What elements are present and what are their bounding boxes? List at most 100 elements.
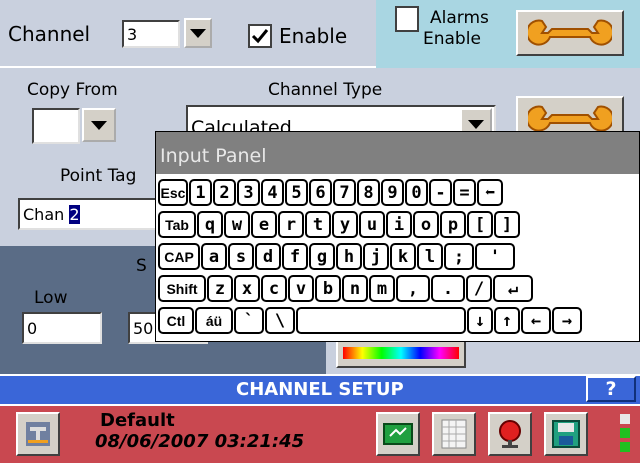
key-z[interactable]: z: [207, 275, 233, 302]
alarm-bell-icon: [499, 420, 521, 448]
screen-title: CHANNEL SETUP: [236, 379, 404, 400]
key-l[interactable]: l: [417, 243, 443, 270]
key-x[interactable]: x: [234, 275, 260, 302]
key-e[interactable]: e: [251, 211, 277, 238]
key-q[interactable]: q: [197, 211, 223, 238]
low-input[interactable]: 0: [22, 312, 102, 344]
key-tab[interactable]: Tab: [158, 211, 196, 238]
key-v[interactable]: v: [288, 275, 314, 302]
key-w[interactable]: w: [224, 211, 250, 238]
key-m[interactable]: m: [369, 275, 395, 302]
wrench-icon: [528, 19, 612, 46]
channel-type-label: Channel Type: [268, 80, 383, 100]
key-6[interactable]: 6: [309, 179, 332, 206]
key-left-bracket[interactable]: [: [467, 211, 493, 238]
key-period[interactable]: .: [431, 275, 465, 302]
key-up-arrow[interactable]: ↑: [494, 307, 520, 334]
key-space[interactable]: [296, 307, 466, 334]
key-0[interactable]: 0: [405, 179, 428, 206]
key-5[interactable]: 5: [285, 179, 308, 206]
alarms-label-line1: Alarms: [430, 8, 489, 28]
key-4[interactable]: 4: [261, 179, 284, 206]
key-b[interactable]: b: [315, 275, 341, 302]
save-disk-icon: [552, 420, 580, 448]
key-3[interactable]: 3: [237, 179, 260, 206]
key-slash[interactable]: /: [466, 275, 492, 302]
keyboard-row-3: CAP a s d f g h j k l ; ': [158, 243, 516, 271]
key-c[interactable]: c: [261, 275, 287, 302]
key-backtick[interactable]: `: [234, 307, 264, 334]
key-left-arrow[interactable]: ←: [521, 307, 551, 334]
key-esc[interactable]: Esc: [158, 179, 188, 206]
key-o[interactable]: o: [413, 211, 439, 238]
key-caps[interactable]: CAP: [158, 243, 200, 270]
status-indicator-bottom: [620, 442, 630, 452]
key-n[interactable]: n: [342, 275, 368, 302]
copy-from-dropdown-button[interactable]: [82, 108, 116, 142]
chevron-down-icon: [91, 120, 107, 130]
enable-label: Enable: [279, 24, 348, 48]
chevron-down-icon: [468, 119, 484, 129]
key-enter[interactable]: ↵: [493, 275, 533, 302]
transfer-button[interactable]: [376, 412, 420, 456]
key-down-arrow[interactable]: ↓: [467, 307, 493, 334]
key-r[interactable]: r: [278, 211, 304, 238]
key-quote[interactable]: ': [475, 243, 515, 270]
low-label: Low: [34, 288, 68, 308]
color-spectrum: [343, 347, 459, 359]
save-button[interactable]: [544, 412, 588, 456]
table-view-button[interactable]: [432, 412, 476, 456]
key-k[interactable]: k: [390, 243, 416, 270]
key-h[interactable]: h: [336, 243, 362, 270]
key-shift[interactable]: Shift: [158, 275, 206, 302]
key-9[interactable]: 9: [381, 179, 404, 206]
key-d[interactable]: d: [255, 243, 281, 270]
help-button[interactable]: ?: [586, 376, 636, 402]
keyboard-row-2: Tab q w e r t y u i o p [ ]: [158, 211, 521, 239]
key-g[interactable]: g: [309, 243, 335, 270]
key-right-bracket[interactable]: ]: [494, 211, 520, 238]
key-international[interactable]: áü: [195, 307, 233, 334]
key-right-arrow[interactable]: →: [552, 307, 582, 334]
key-backspace[interactable]: ⬅: [477, 179, 503, 206]
copy-from-label: Copy From: [27, 80, 118, 100]
status-indicator-top: [620, 414, 630, 424]
key-f[interactable]: f: [282, 243, 308, 270]
keyboard-row-4: Shift z x c v b n m , . / ↵: [158, 275, 534, 303]
key-p[interactable]: p: [440, 211, 466, 238]
key-u[interactable]: u: [359, 211, 385, 238]
key-1[interactable]: 1: [189, 179, 212, 206]
scale-heading: S: [136, 256, 147, 276]
keyboard-row-5: Ctl áü ` \ ↓ ↑ ← →: [158, 307, 583, 335]
input-panel-titlebar[interactable]: Input Panel: [156, 132, 639, 174]
alarm-button[interactable]: [488, 412, 532, 456]
key-backslash[interactable]: \: [265, 307, 295, 334]
key-comma[interactable]: ,: [396, 275, 430, 302]
key-equals[interactable]: =: [453, 179, 476, 206]
channel-dropdown-button[interactable]: [184, 18, 212, 48]
point-tag-label: Point Tag: [60, 166, 137, 186]
status-datetime: 08/06/2007 03:21:45: [95, 431, 305, 452]
key-7[interactable]: 7: [333, 179, 356, 206]
key-s[interactable]: s: [228, 243, 254, 270]
key-j[interactable]: j: [363, 243, 389, 270]
key-i[interactable]: i: [386, 211, 412, 238]
copy-from-select[interactable]: [32, 108, 80, 144]
wrench-icon: [528, 105, 612, 132]
key-a[interactable]: a: [201, 243, 227, 270]
key-ctrl[interactable]: Ctl: [158, 307, 194, 334]
enable-checkbox[interactable]: [248, 24, 272, 48]
key-8[interactable]: 8: [357, 179, 380, 206]
key-y[interactable]: y: [332, 211, 358, 238]
alarms-label-line2: Enable: [423, 29, 481, 49]
alarms-enable-checkbox[interactable]: [395, 6, 419, 32]
input-panel-title: Input Panel: [160, 145, 267, 167]
key-semicolon[interactable]: ;: [444, 243, 474, 270]
key-t[interactable]: t: [305, 211, 331, 238]
tools-button[interactable]: [16, 412, 60, 456]
alarms-settings-button[interactable]: [516, 10, 624, 56]
key-minus[interactable]: -: [429, 179, 452, 206]
key-2[interactable]: 2: [213, 179, 236, 206]
point-tag-input[interactable]: Chan 2: [18, 198, 164, 230]
channel-select[interactable]: 3: [122, 20, 180, 48]
